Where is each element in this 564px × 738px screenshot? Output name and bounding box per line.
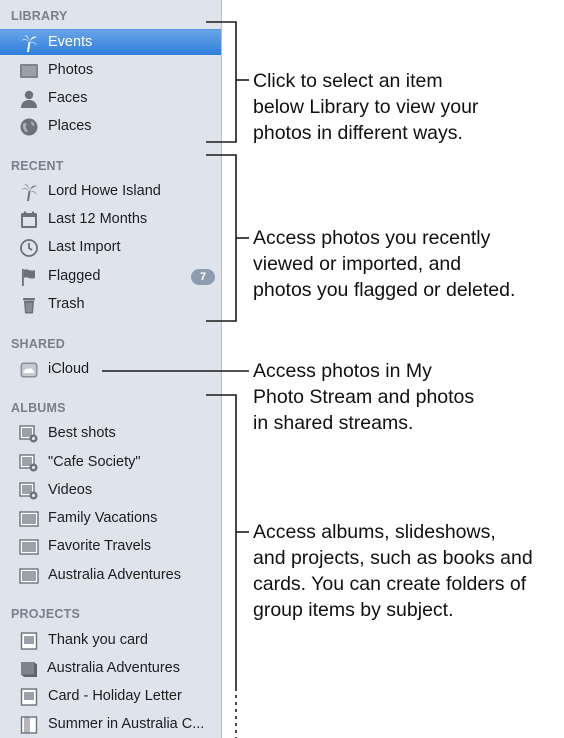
callout-shared-line-1: Access photos in My <box>253 360 432 382</box>
sidebar-item-card-holiday-letter[interactable]: Card - Holiday Letter <box>0 684 221 710</box>
callout-recent-line-2: viewed or imported, and <box>253 253 462 275</box>
sidebar-item-australia-adventures-book[interactable]: Australia Adventures <box>0 656 221 682</box>
sidebar-item-cafe-society[interactable]: "Cafe Society" <box>0 450 221 476</box>
sidebar-item-label: Faces <box>48 90 88 106</box>
sidebar-item-label: Australia Adventures <box>47 660 180 676</box>
sidebar-item-events[interactable]: Events <box>0 29 221 55</box>
sidebar-item-label: "Cafe Society" <box>48 454 141 470</box>
callout-albums-line-4: group items by subject. <box>253 599 454 621</box>
flagged-count-badge: 7 <box>191 269 215 285</box>
sidebar-item-label: Summer in Australia C... <box>48 716 205 732</box>
sidebar-item-thank-you-card[interactable]: Thank you card <box>0 628 221 654</box>
sidebar-item-label: Lord Howe Island <box>48 183 161 199</box>
callout-albums: Access albums, slideshows, and projects,… <box>253 519 533 623</box>
clock-icon <box>19 238 39 258</box>
callout-shared: Access photos in My Photo Stream and pho… <box>253 358 474 436</box>
trash-icon <box>19 295 39 315</box>
sidebar-item-best-shots[interactable]: Best shots <box>0 421 221 447</box>
sidebar-item-label: Family Vacations <box>48 510 158 526</box>
sidebar-item-label: Thank you card <box>48 632 148 648</box>
sidebar-item-summer-in-australia[interactable]: Summer in Australia C... <box>0 712 221 738</box>
sidebar-item-label: Best shots <box>48 425 116 441</box>
sidebar-item-lord-howe-island[interactable]: Lord Howe Island <box>0 179 221 205</box>
sidebar-item-label: Events <box>48 34 93 50</box>
callout-library-line-1: Click to select an item <box>253 70 443 92</box>
sidebar-item-last-import[interactable]: Last Import <box>0 235 221 261</box>
sidebar-item-icloud[interactable]: iCloud <box>0 357 221 383</box>
person-icon <box>19 89 39 109</box>
palm-tree-icon <box>19 182 39 202</box>
smart-album-icon <box>19 481 39 501</box>
sidebar-item-places[interactable]: Places <box>0 114 221 140</box>
callout-albums-line-1: Access albums, slideshows, <box>253 521 496 543</box>
sidebar-item-favorite-travels[interactable]: Favorite Travels <box>0 534 221 560</box>
callout-albums-line-3: cards. You can create folders of <box>253 573 527 595</box>
sidebar-item-videos[interactable]: Videos <box>0 478 221 504</box>
section-header-recent: RECENT <box>11 159 64 173</box>
callout-albums-line-2: and projects, such as books and <box>253 547 533 569</box>
section-header-albums: ALBUMS <box>11 401 66 415</box>
sidebar-item-label: Trash <box>48 296 85 312</box>
sidebar-item-label: Flagged <box>48 268 101 284</box>
section-header-projects: PROJECTS <box>11 607 80 621</box>
sidebar-item-label: iCloud <box>48 361 90 377</box>
palm-tree-icon <box>19 33 39 53</box>
sidebar-item-label: Australia Adventures <box>48 567 181 583</box>
callout-library-line-2: below Library to view your <box>253 96 479 118</box>
sidebar-item-faces[interactable]: Faces <box>0 86 221 112</box>
smart-album-icon <box>19 453 39 473</box>
smart-album-icon <box>19 424 39 444</box>
callout-shared-line-3: in shared streams. <box>253 412 414 434</box>
sidebar-item-label: Last Import <box>48 239 121 255</box>
photo-icon <box>19 61 39 81</box>
callout-library: Click to select an item below Library to… <box>253 68 478 146</box>
callout-recent: Access photos you recently viewed or imp… <box>253 225 515 303</box>
card-icon <box>19 631 39 651</box>
sidebar: LIBRARY Events Photos Faces Places RECEN… <box>0 0 222 738</box>
calendar-project-icon <box>19 715 39 735</box>
sidebar-item-label: Places <box>48 118 92 134</box>
sidebar-item-flagged[interactable]: Flagged 7 <box>0 264 221 290</box>
card-icon <box>19 687 39 707</box>
sidebar-item-label: Videos <box>48 482 93 498</box>
cloud-icon <box>19 360 39 380</box>
section-header-library: LIBRARY <box>11 9 68 23</box>
section-header-shared: SHARED <box>11 337 65 351</box>
book-icon <box>19 659 39 679</box>
callout-shared-line-2: Photo Stream and photos <box>253 386 475 408</box>
callout-recent-line-1: Access photos you recently <box>253 227 491 249</box>
flag-icon <box>19 267 39 287</box>
sidebar-item-label: Favorite Travels <box>48 538 152 554</box>
sidebar-item-trash[interactable]: Trash <box>0 292 221 318</box>
album-icon <box>19 537 39 557</box>
sidebar-item-last-12-months[interactable]: Last 12 Months <box>0 207 221 233</box>
calendar-icon <box>19 210 39 230</box>
callout-recent-line-3: photos you flagged or deleted. <box>253 279 516 301</box>
sidebar-item-photos[interactable]: Photos <box>0 58 221 84</box>
globe-icon <box>19 117 39 137</box>
album-icon <box>19 509 39 529</box>
sidebar-item-label: Card - Holiday Letter <box>48 688 182 704</box>
album-icon <box>19 566 39 586</box>
sidebar-item-label: Photos <box>48 62 94 78</box>
callout-library-line-3: photos in different ways. <box>253 122 463 144</box>
sidebar-item-family-vacations[interactable]: Family Vacations <box>0 506 221 532</box>
sidebar-item-label: Last 12 Months <box>48 211 148 227</box>
sidebar-item-australia-adventures-album[interactable]: Australia Adventures <box>0 563 221 589</box>
